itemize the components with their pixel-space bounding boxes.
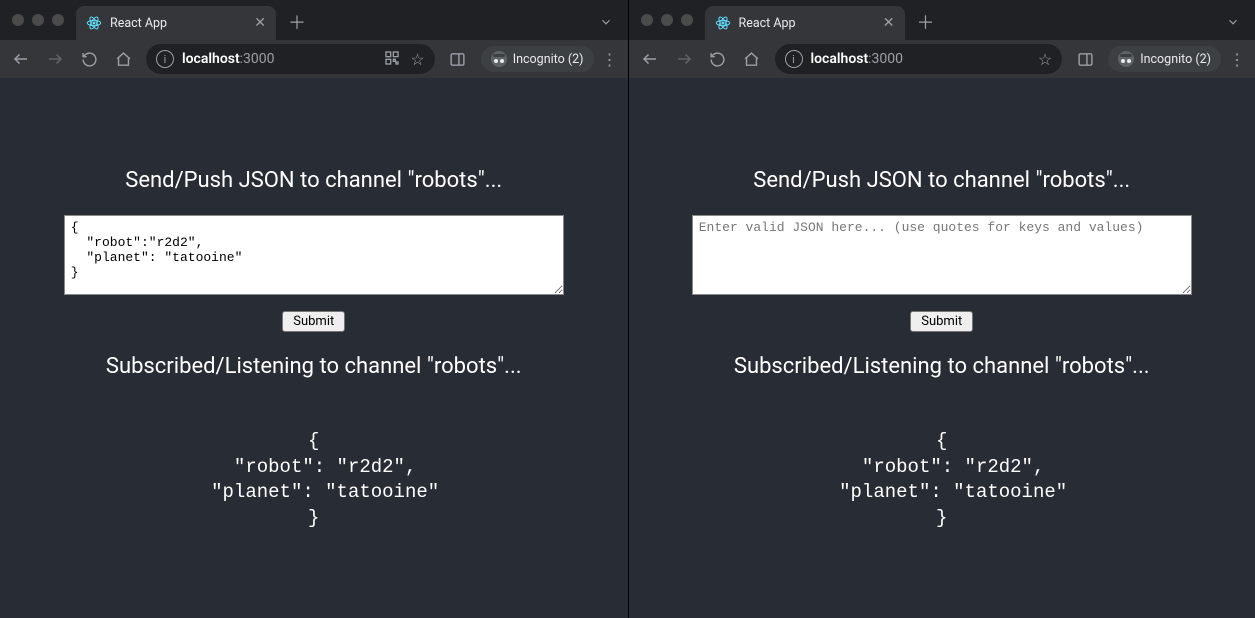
browser-menu-icon[interactable]: ⋮ xyxy=(1225,50,1249,69)
json-input[interactable] xyxy=(64,215,564,295)
home-button[interactable] xyxy=(737,44,767,74)
window-controls xyxy=(8,14,72,26)
incognito-badge[interactable]: Incognito (2) xyxy=(1108,46,1221,72)
received-json: { "robot": "r2d2", "planet": "tatooine" … xyxy=(64,429,564,532)
browser-window-left: React App ✕ ＋ i localhost:3000 xyxy=(0,0,628,618)
bookmark-star-icon[interactable]: ☆ xyxy=(410,50,424,69)
tab-close-icon[interactable]: ✕ xyxy=(883,15,895,31)
page-content: Send/Push JSON to channel "robots"... Su… xyxy=(0,78,628,618)
bookmark-star-icon[interactable]: ☆ xyxy=(1038,50,1052,69)
home-button[interactable] xyxy=(108,44,138,74)
tabs-dropdown-icon[interactable] xyxy=(1219,8,1247,36)
traffic-minimize-icon[interactable] xyxy=(32,14,44,26)
traffic-close-icon[interactable] xyxy=(12,14,24,26)
nav-forward-button[interactable] xyxy=(669,44,699,74)
send-heading: Send/Push JSON to channel "robots"... xyxy=(753,168,1130,193)
new-tab-button[interactable]: ＋ xyxy=(284,9,310,35)
incognito-label: Incognito (2) xyxy=(513,52,584,67)
browser-tab[interactable]: React App ✕ xyxy=(76,6,276,40)
nav-back-button[interactable] xyxy=(6,44,36,74)
browser-toolbar: i localhost:3000 ☆ Incognito (2) ⋮ xyxy=(629,40,1255,78)
browser-window-right: React App ✕ ＋ i localhost:3000 ☆ xyxy=(628,0,1255,618)
browser-menu-icon[interactable]: ⋮ xyxy=(598,50,622,69)
page-content: Send/Push JSON to channel "robots"... Su… xyxy=(629,78,1255,618)
tabs-dropdown-icon[interactable] xyxy=(592,8,620,36)
incognito-icon xyxy=(491,51,507,67)
react-favicon-icon xyxy=(715,15,731,31)
tab-close-icon[interactable]: ✕ xyxy=(254,15,266,31)
address-bar[interactable]: i localhost:3000 ☆ xyxy=(146,44,435,74)
traffic-close-icon[interactable] xyxy=(641,14,653,26)
new-tab-button[interactable]: ＋ xyxy=(913,9,939,35)
received-json: { "robot": "r2d2", "planet": "tatooine" … xyxy=(692,429,1192,532)
reload-button[interactable] xyxy=(703,44,733,74)
traffic-minimize-icon[interactable] xyxy=(661,14,673,26)
nav-back-button[interactable] xyxy=(635,44,665,74)
nav-forward-button[interactable] xyxy=(40,44,70,74)
incognito-badge[interactable]: Incognito (2) xyxy=(481,46,594,72)
address-text: localhost:3000 xyxy=(182,51,376,67)
submit-button[interactable]: Submit xyxy=(282,311,345,332)
send-heading: Send/Push JSON to channel "robots"... xyxy=(125,168,502,193)
json-input[interactable] xyxy=(692,215,1192,295)
site-info-icon[interactable]: i xyxy=(156,50,174,68)
browser-tab[interactable]: React App ✕ xyxy=(705,6,905,40)
incognito-icon xyxy=(1118,51,1134,67)
tab-strip: React App ✕ ＋ xyxy=(0,0,628,40)
tab-strip: React App ✕ ＋ xyxy=(629,0,1255,40)
browser-toolbar: i localhost:3000 ☆ Incognito (2) ⋮ xyxy=(0,40,628,78)
submit-button[interactable]: Submit xyxy=(910,311,973,332)
window-controls xyxy=(637,14,701,26)
reload-button[interactable] xyxy=(74,44,104,74)
react-favicon-icon xyxy=(86,15,102,31)
traffic-zoom-icon[interactable] xyxy=(681,14,693,26)
traffic-zoom-icon[interactable] xyxy=(52,14,64,26)
site-info-icon[interactable]: i xyxy=(785,50,803,68)
side-panel-icon[interactable] xyxy=(443,44,473,74)
listen-heading: Subscribed/Listening to channel "robots"… xyxy=(734,354,1150,379)
tab-title: React App xyxy=(110,16,246,31)
listen-heading: Subscribed/Listening to channel "robots"… xyxy=(106,354,522,379)
incognito-label: Incognito (2) xyxy=(1140,52,1211,67)
address-text: localhost:3000 xyxy=(811,51,1030,67)
address-bar[interactable]: i localhost:3000 ☆ xyxy=(775,44,1063,74)
qr-share-icon[interactable] xyxy=(384,50,402,68)
tab-title: React App xyxy=(739,16,875,31)
side-panel-icon[interactable] xyxy=(1070,44,1100,74)
